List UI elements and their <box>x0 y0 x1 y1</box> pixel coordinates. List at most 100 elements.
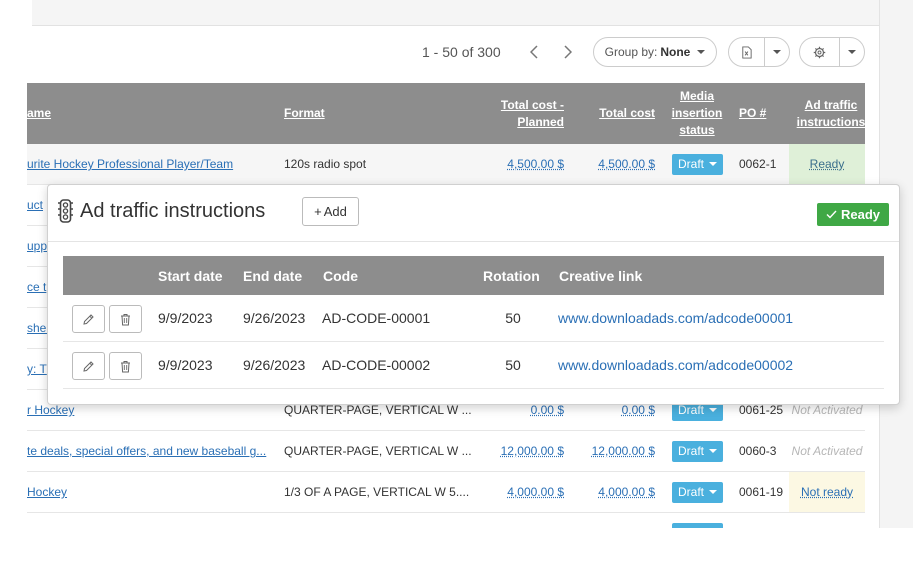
media-insertion-status-label: Draft <box>678 157 705 171</box>
file-export-icon <box>742 45 752 59</box>
media-insertion-status-label: Draft <box>678 403 705 417</box>
ad-traffic-status[interactable]: Not ready <box>789 472 865 512</box>
rotation: 50 <box>505 310 521 326</box>
column-header-rotation: Rotation <box>483 267 540 284</box>
add-button-label: Add <box>323 204 347 219</box>
edit-button[interactable] <box>72 305 105 333</box>
start-date: 9/9/2023 <box>158 310 213 326</box>
po-number: 0060-3 <box>739 444 777 458</box>
total-cost-link[interactable]: 12,000.00 $ <box>592 444 655 458</box>
total-cost-link[interactable]: 4,000.00 $ <box>598 485 655 499</box>
rotation: 50 <box>505 357 521 373</box>
export-dropdown-button[interactable] <box>765 38 789 66</box>
column-header-name[interactable]: ame <box>27 105 51 122</box>
chevron-right-icon <box>564 45 572 59</box>
header-line: Total cost - <box>500 98 564 112</box>
total-cost-link[interactable]: 4,500.00 $ <box>598 157 655 171</box>
column-header-po[interactable]: PO # <box>739 105 766 122</box>
gear-icon <box>813 46 826 58</box>
group-by-button[interactable]: Group by: None <box>593 37 717 67</box>
total-cost-planned-link[interactable]: 4,500.00 $ <box>507 157 564 171</box>
export-button[interactable] <box>729 38 764 66</box>
header-line: Media <box>679 89 714 103</box>
table-header: ame Format Total cost - Planned Total co… <box>27 83 865 144</box>
ad-traffic-status[interactable]: Ready <box>789 144 865 184</box>
edit-button[interactable] <box>72 352 105 380</box>
column-header-format[interactable]: Format <box>284 105 325 122</box>
column-header-start-date: Start date <box>158 267 223 284</box>
export-button-group <box>728 37 790 67</box>
prev-page-button[interactable] <box>524 40 544 64</box>
ready-status-badge[interactable]: Ready <box>817 203 889 226</box>
caret-down-icon <box>697 50 706 54</box>
creative-link[interactable]: www.downloadads.com/adcode00002 <box>558 342 793 388</box>
header-line: Planned <box>517 115 564 129</box>
settings-dropdown-button[interactable] <box>840 38 864 66</box>
end-date: 9/26/2023 <box>243 310 306 326</box>
ad-code: AD-CODE-00001 <box>322 310 431 326</box>
settings-button[interactable] <box>800 38 839 66</box>
column-header-media-insertion-status[interactable]: Media insertion status <box>665 88 729 139</box>
format-cell: 1/3 OF A PAGE, VERTICAL W 5.... <box>284 485 470 499</box>
media-insertion-status-label: Draft <box>678 485 705 499</box>
instruction-row: 9/9/2023 9/26/2023 AD-CODE-00002 50 www.down… <box>63 342 884 389</box>
po-number: 0062-1 <box>739 157 777 171</box>
campaign-name-link[interactable]: te deals, special offers, and new baseba… <box>27 431 277 471</box>
delete-button[interactable] <box>109 305 142 333</box>
popover-title-text: Ad traffic instructions <box>80 199 266 222</box>
media-insertion-status-label: Draft <box>678 444 705 458</box>
ad-traffic-status: Not Activated <box>791 444 863 458</box>
ad-code: AD-CODE-00002 <box>322 357 431 373</box>
delete-button[interactable] <box>109 352 142 380</box>
column-header-total-cost[interactable]: Total cost <box>567 105 655 122</box>
add-instruction-button[interactable]: + Add <box>302 197 359 226</box>
total-cost-planned-link[interactable]: 4,000.00 $ <box>507 485 564 499</box>
total-cost-link[interactable]: 0.00 $ <box>622 403 655 417</box>
caret-down-icon <box>709 449 718 453</box>
caret-down-icon <box>709 162 718 166</box>
table-row[interactable]: te deals, special offers, and new baseba… <box>27 431 865 472</box>
header-line: status <box>679 123 715 137</box>
campaign-name-link[interactable]: urite Hockey Professional Player/Team <box>27 144 277 184</box>
instructions-table-header: Start date End date Code Rotation Creati… <box>63 256 884 295</box>
instruction-row: 9/9/2023 9/26/2023 AD-CODE-00001 50 www.down… <box>63 295 884 342</box>
caret-down-icon <box>709 408 718 412</box>
media-insertion-status-dropdown[interactable]: Draft <box>672 153 724 175</box>
total-cost-planned-link[interactable]: 0.00 $ <box>531 403 564 417</box>
media-insertion-status-dropdown[interactable]: Draft <box>672 440 724 462</box>
table-row[interactable]: urite Hockey Professional Player/Team 120… <box>27 144 865 185</box>
total-cost-planned-link[interactable]: 12,000.00 $ <box>501 444 564 458</box>
column-header-total-cost-planned[interactable]: Total cost - Planned <box>467 97 564 131</box>
column-header-end-date: End date <box>243 267 303 284</box>
end-date: 9/26/2023 <box>243 357 306 373</box>
caret-down-icon <box>773 50 782 54</box>
header-line: Ad traffic <box>804 98 858 112</box>
start-date: 9/9/2023 <box>158 357 213 373</box>
group-by-value: None <box>660 45 691 59</box>
header-line: insertion <box>671 106 723 120</box>
trash-icon <box>121 313 130 325</box>
settings-button-group <box>799 37 865 67</box>
creative-link[interactable]: www.downloadads.com/adcode00001 <box>558 295 793 341</box>
next-page-button[interactable] <box>558 40 578 64</box>
popover-title: Ad traffic instructions <box>57 199 265 223</box>
trash-icon <box>121 360 130 372</box>
group-by-label: Group by: <box>604 45 658 59</box>
column-header-creative-link: Creative link <box>559 267 643 284</box>
pager-text: 1 - 50 of 300 <box>422 44 501 60</box>
divider <box>48 241 899 242</box>
chevron-left-icon <box>530 45 538 59</box>
po-number: 0061-19 <box>739 485 784 499</box>
ad-traffic-popover: Ad traffic instructions + Add Ready Star… <box>47 184 900 405</box>
caret-down-icon <box>848 50 857 54</box>
media-insertion-status-dropdown[interactable]: Draft <box>672 481 724 503</box>
pencil-icon <box>83 313 94 325</box>
column-header-ad-traffic[interactable]: Ad traffic instructions <box>791 97 871 131</box>
campaign-name-link[interactable]: Hockey <box>27 472 277 512</box>
caret-down-icon <box>709 490 718 494</box>
table-row[interactable]: Hockey 1/3 OF A PAGE, VERTICAL W 5.... 4,0… <box>27 472 865 513</box>
ready-status-label: Ready <box>840 207 881 222</box>
column-header-code: Code <box>323 267 358 284</box>
torn-edge <box>0 528 913 568</box>
format-cell: 120s radio spot <box>284 157 367 171</box>
